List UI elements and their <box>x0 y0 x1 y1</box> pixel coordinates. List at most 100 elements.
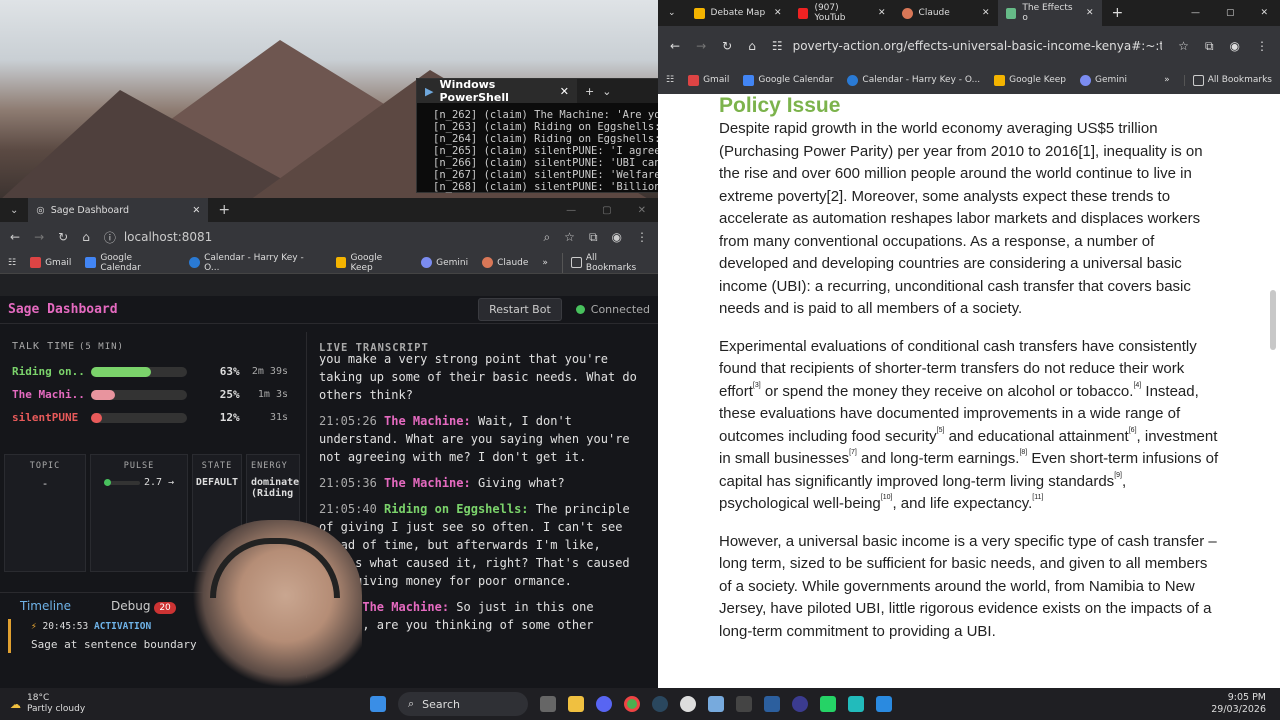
task-view-icon[interactable] <box>540 696 556 712</box>
steam-icon[interactable] <box>652 696 668 712</box>
tab-search-icon[interactable]: ⌄ <box>668 8 676 18</box>
headphones-icon <box>210 538 340 598</box>
weather-widget[interactable]: ☁ 18°C Partly cloudy <box>0 693 200 715</box>
zoom-icon[interactable]: ⌕ <box>543 230 550 245</box>
profile-icon[interactable]: ◉ <box>1230 39 1240 53</box>
scrollbar-thumb[interactable] <box>1270 290 1276 350</box>
forward-icon[interactable]: → <box>696 39 706 53</box>
maximize-icon[interactable]: ▢ <box>602 205 611 216</box>
notepad-icon[interactable] <box>708 696 724 712</box>
restart-bot-button[interactable]: Restart Bot <box>478 298 562 321</box>
chevron-down-icon[interactable]: ⌄ <box>602 85 611 98</box>
chatgpt-icon[interactable] <box>680 696 696 712</box>
bookmark-claude[interactable]: Claude <box>482 257 528 268</box>
tab-debug[interactable]: Debug 20 <box>111 599 176 614</box>
minimize-icon[interactable]: — <box>566 205 576 216</box>
talk-pct: 25% <box>219 388 240 401</box>
transcript-speaker: Riding on Eggshells: <box>384 502 529 516</box>
clock[interactable]: 9:05 PM 29/03/2026 <box>1211 692 1280 716</box>
terminal-output[interactable]: [n_262] (claim) The Machine: 'Are you [n… <box>417 103 659 193</box>
site-info-icon[interactable]: ⓘ <box>104 229 116 246</box>
menu-icon[interactable]: ⋮ <box>1256 39 1268 53</box>
footnote-link[interactable]: [7] <box>849 449 857 456</box>
footnote-link[interactable]: [11] <box>1032 494 1043 501</box>
close-icon[interactable]: ✕ <box>560 85 569 98</box>
tab-timeline[interactable]: Timeline <box>20 599 71 613</box>
tab-debate-map[interactable]: Debate Map ✕ <box>686 0 790 26</box>
menu-icon[interactable]: ⋮ <box>636 230 648 244</box>
star-icon[interactable]: ☆ <box>564 230 575 244</box>
new-tab-icon[interactable]: + <box>585 85 594 98</box>
footnote-link[interactable]: [10] <box>881 494 893 501</box>
talk-time-row: Riding on... 63% 2m 39s <box>12 360 288 383</box>
section-heading: Policy Issue <box>719 94 841 117</box>
bookmark-calendar-harry[interactable]: Calendar - Harry Key - O... <box>189 253 321 273</box>
close-window-icon[interactable]: ✕ <box>1260 8 1268 18</box>
close-window-icon[interactable]: ✕ <box>638 205 646 216</box>
reload-icon[interactable]: ↻ <box>58 230 68 244</box>
extensions-icon[interactable]: ⧉ <box>1205 39 1214 54</box>
chrome-icon[interactable] <box>624 696 640 712</box>
start-icon[interactable] <box>370 696 386 712</box>
more-bookmarks-icon[interactable]: » <box>542 258 548 268</box>
new-tab-icon[interactable]: + <box>218 202 230 218</box>
reload-icon[interactable]: ↻ <box>722 39 732 53</box>
maximize-icon[interactable]: ▢ <box>1226 8 1235 18</box>
more-bookmarks-icon[interactable]: » <box>1164 75 1170 85</box>
bookmark-calendar-harry[interactable]: Calendar - Harry Key - O... <box>847 74 980 86</box>
tab-claude[interactable]: Claude ✕ <box>894 0 998 26</box>
home-icon[interactable]: ⌂ <box>748 39 756 53</box>
state-label: STATE <box>201 461 233 471</box>
gmail-icon <box>688 74 700 86</box>
tab-search-icon[interactable]: ⌄ <box>10 205 18 216</box>
whatsapp-icon[interactable] <box>820 696 836 712</box>
obs-icon[interactable] <box>792 696 808 712</box>
close-icon[interactable]: ✕ <box>192 205 200 216</box>
profile-icon[interactable]: ◉ <box>612 230 622 244</box>
close-icon[interactable]: ✕ <box>774 8 782 18</box>
powershell-tab[interactable]: ▶ Windows PowerShell ✕ <box>417 78 577 104</box>
star-icon[interactable]: ☆ <box>1178 39 1189 53</box>
back-icon[interactable]: ← <box>670 39 680 53</box>
powershell-icon[interactable] <box>764 696 780 712</box>
discord-icon[interactable] <box>596 696 612 712</box>
footnote-link[interactable]: [3] <box>753 382 761 389</box>
apps-icon[interactable]: ☷ <box>8 258 16 268</box>
extensions-icon[interactable]: ⧉ <box>589 230 598 245</box>
all-bookmarks[interactable]: All Bookmarks <box>561 252 650 273</box>
bookmark-google-keep[interactable]: Google Keep <box>335 253 408 273</box>
search-label: Search <box>422 697 460 711</box>
bookmark-google-keep[interactable]: Google Keep <box>994 74 1066 86</box>
pulse-value: 2.7 → <box>143 477 175 488</box>
terminal-icon[interactable] <box>736 696 752 712</box>
new-tab-icon[interactable]: + <box>1112 5 1124 21</box>
app-icon[interactable] <box>848 696 864 712</box>
tab-youtube[interactable]: (907) YouTub ✕ <box>790 0 894 26</box>
address-bar[interactable]: localhost:8081 <box>124 230 530 244</box>
close-icon[interactable]: ✕ <box>1086 8 1094 18</box>
bookmark-gmail[interactable]: Gmail <box>688 74 729 86</box>
back-icon[interactable]: ← <box>10 230 20 244</box>
close-icon[interactable]: ✕ <box>982 8 990 18</box>
forward-icon[interactable]: → <box>34 230 44 244</box>
bookmark-gemini[interactable]: Gemini <box>1080 74 1127 86</box>
all-bookmarks[interactable]: All Bookmarks <box>1183 74 1272 86</box>
search-box[interactable]: ⌕ Search <box>398 692 528 716</box>
vscode-icon[interactable] <box>876 696 892 712</box>
tab-sage-dashboard[interactable]: ◎ Sage Dashboard ✕ <box>28 198 209 222</box>
address-bar[interactable]: poverty-action.org/effects-universal-bas… <box>793 39 1163 53</box>
bookmark-google-calendar[interactable]: Google Calendar <box>743 74 833 86</box>
footnote-link[interactable]: [6] <box>1129 427 1137 434</box>
file-explorer-icon[interactable] <box>568 696 584 712</box>
apps-icon[interactable]: ☷ <box>666 75 674 85</box>
outlook-icon <box>847 74 859 86</box>
footnote-link[interactable]: [9] <box>1114 472 1122 479</box>
tab-the-effects[interactable]: The Effects o ✕ <box>997 0 1102 26</box>
close-icon[interactable]: ✕ <box>878 8 886 18</box>
bookmark-gemini[interactable]: Gemini <box>421 257 468 268</box>
bookmark-google-calendar[interactable]: Google Calendar <box>85 253 175 273</box>
minimize-icon[interactable]: — <box>1191 8 1200 18</box>
home-icon[interactable]: ⌂ <box>82 230 90 244</box>
bookmark-gmail[interactable]: Gmail <box>30 257 71 268</box>
site-info-icon[interactable]: ☷ <box>772 39 783 53</box>
